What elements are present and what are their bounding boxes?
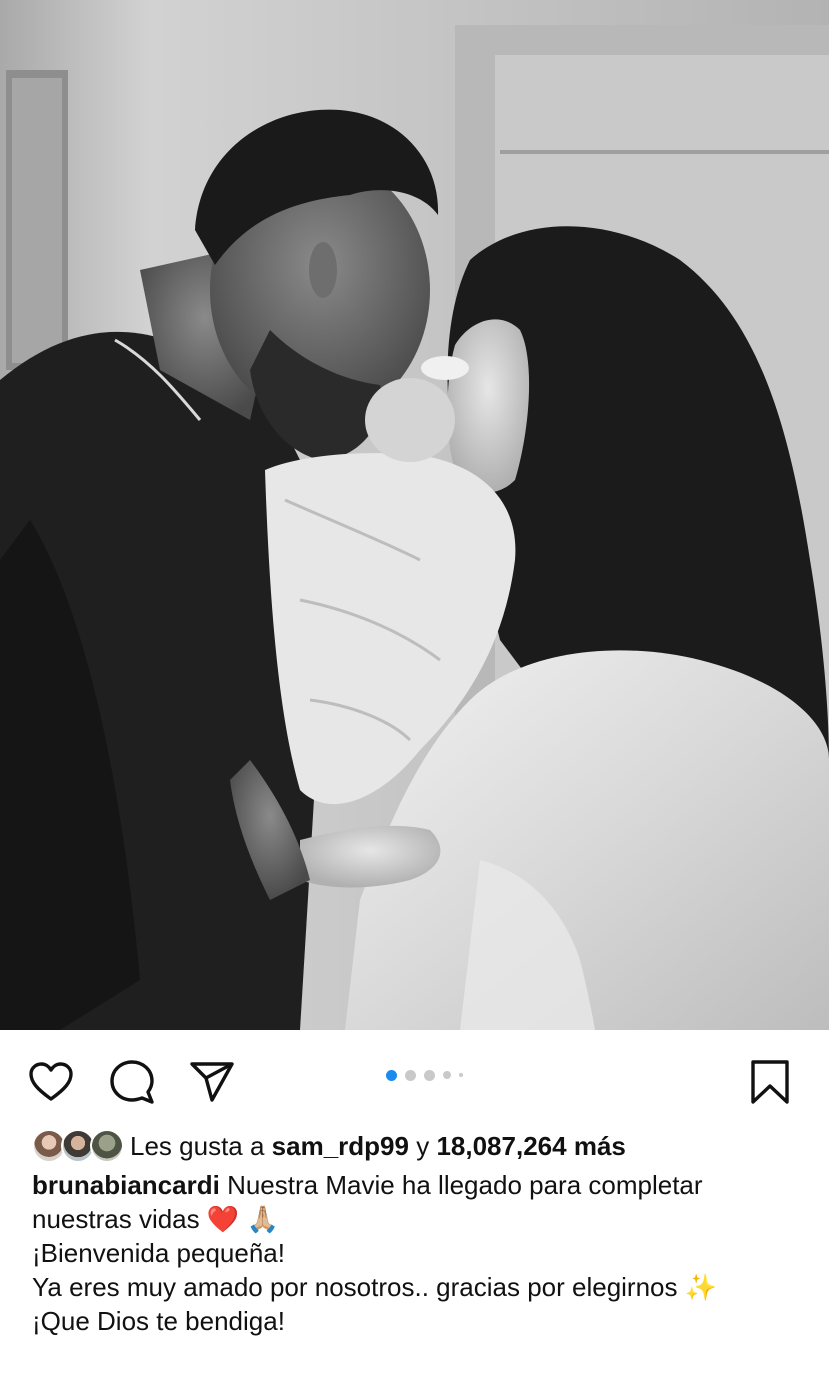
- carousel-dot: [459, 1073, 463, 1077]
- likes-conjunction: y: [416, 1130, 430, 1161]
- likes-prefix: Les gusta a: [130, 1130, 265, 1161]
- praying-hands-emoji: 🙏🏼: [246, 1204, 279, 1234]
- carousel-dot: [443, 1071, 451, 1079]
- caption-line: ¡Que Dios te bendiga!: [32, 1306, 285, 1336]
- carousel-dot-active: [386, 1069, 397, 1081]
- likes-count[interactable]: 18,087,264: [436, 1131, 566, 1162]
- heart-icon[interactable]: [27, 1058, 75, 1106]
- liker-avatars[interactable]: [32, 1129, 124, 1163]
- carousel-indicator: [386, 1068, 463, 1082]
- comment-icon[interactable]: [108, 1058, 156, 1106]
- likes-summary[interactable]: Les gusta a sam_rdp99 y 18,087,264 más: [32, 1128, 626, 1164]
- paper-plane-icon[interactable]: [188, 1058, 236, 1106]
- avatar: [90, 1129, 124, 1163]
- photo-illustration: [0, 0, 829, 1030]
- likes-suffix[interactable]: más: [574, 1131, 626, 1162]
- red-heart-emoji: ❤️: [206, 1204, 240, 1234]
- post-action-bar: [0, 1048, 829, 1112]
- caption-line: ¡Bienvenida pequeña!: [32, 1238, 285, 1268]
- liker-username[interactable]: sam_rdp99: [272, 1131, 409, 1162]
- post-photo[interactable]: [0, 0, 829, 1030]
- sparkles-emoji: ✨: [684, 1272, 718, 1302]
- post-caption: brunabiancardi Nuestra Mavie ha llegado …: [32, 1168, 802, 1338]
- caption-username[interactable]: brunabiancardi: [32, 1170, 220, 1200]
- carousel-dot: [405, 1069, 416, 1081]
- carousel-dot: [424, 1069, 435, 1081]
- caption-line: Ya eres muy amado por nosotros.. gracias…: [32, 1272, 678, 1302]
- bookmark-icon[interactable]: [746, 1058, 794, 1106]
